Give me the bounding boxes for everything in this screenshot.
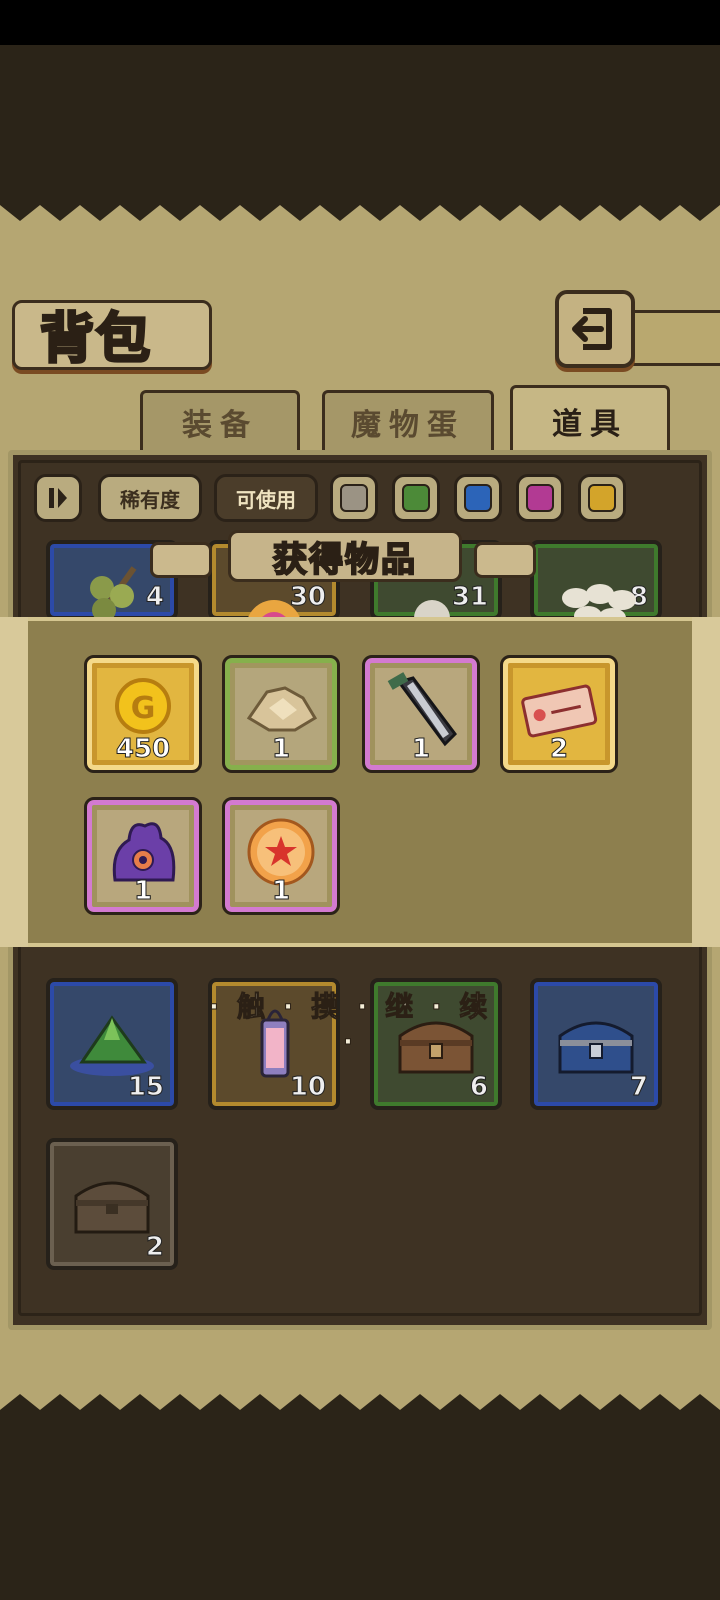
inventory-item-eggs[interactable]: 8 xyxy=(530,540,662,628)
status-bar xyxy=(0,0,720,45)
zigzag-edge-top xyxy=(0,185,720,221)
rarity-filter-label: 稀有度 xyxy=(120,487,180,512)
green-crystal-icon xyxy=(70,1015,154,1076)
reward-item-sword[interactable]: 1 xyxy=(362,655,480,773)
tab-label: 装备 xyxy=(182,407,258,443)
rarity-swatch-purple[interactable] xyxy=(516,474,564,522)
overlay-edge-left xyxy=(0,617,28,947)
sort-toggle-icon xyxy=(49,488,67,508)
reward-count: 1 xyxy=(271,734,291,765)
tab-equipment[interactable]: 装备 xyxy=(140,390,300,450)
decor-plaque-left xyxy=(150,542,212,578)
sort-toggle-button[interactable] xyxy=(34,474,82,522)
back-button[interactable] xyxy=(555,290,635,368)
inventory-item-plain-chest[interactable]: 2 xyxy=(46,1138,178,1270)
rarity-swatch-gray[interactable] xyxy=(330,474,378,522)
decor-plaque-right xyxy=(474,542,536,578)
inventory-item-blue-chest[interactable]: 7 xyxy=(530,978,662,1110)
background-top xyxy=(0,45,720,185)
tab-label: 魔物蛋 xyxy=(351,407,465,443)
back-button-rail xyxy=(630,310,720,366)
reward-item-ticket[interactable]: 2 xyxy=(500,655,618,773)
background-bottom xyxy=(0,1430,720,1600)
tab-items[interactable]: 道具 xyxy=(510,385,670,453)
usable-filter-label: 可使用 xyxy=(236,487,296,512)
overlay-edge-right xyxy=(692,617,720,947)
tap-to-continue-hint: · 触 · 摸 · 继 · 续 · xyxy=(208,990,492,1059)
back-arrow-icon xyxy=(572,308,612,350)
reward-count: 1 xyxy=(411,734,431,765)
zigzag-edge-bottom xyxy=(0,1394,720,1430)
reward-item-ore[interactable]: 1 xyxy=(222,655,340,773)
reward-count: 1 xyxy=(271,876,291,907)
reward-item-purple-monster[interactable]: 1 xyxy=(84,797,202,915)
plain-chest-icon xyxy=(74,1181,150,1234)
reward-count: 2 xyxy=(549,734,569,765)
page-title: 背包 xyxy=(39,305,152,372)
reward-item-gold[interactable]: G 450 xyxy=(84,655,202,773)
rarity-swatch-green[interactable] xyxy=(392,474,440,522)
reward-count: 450 xyxy=(115,734,171,765)
rarity-swatch-gold[interactable] xyxy=(578,474,626,522)
tab-monster-egg[interactable]: 魔物蛋 xyxy=(322,390,494,450)
rarity-filter-button[interactable]: 稀有度 xyxy=(98,474,202,522)
reward-item-star-orb[interactable]: 1 xyxy=(222,797,340,915)
reward-title: 获得物品 xyxy=(272,539,417,581)
inventory-item-green-crystal[interactable]: 15 xyxy=(46,978,178,1110)
svg-text:G: G xyxy=(131,691,156,726)
rarity-swatch-blue[interactable] xyxy=(454,474,502,522)
reward-count: 1 xyxy=(133,876,153,907)
usable-filter-button[interactable]: 可使用 xyxy=(214,474,318,522)
tab-label: 道具 xyxy=(552,406,628,442)
blue-chest-icon xyxy=(558,1021,634,1074)
